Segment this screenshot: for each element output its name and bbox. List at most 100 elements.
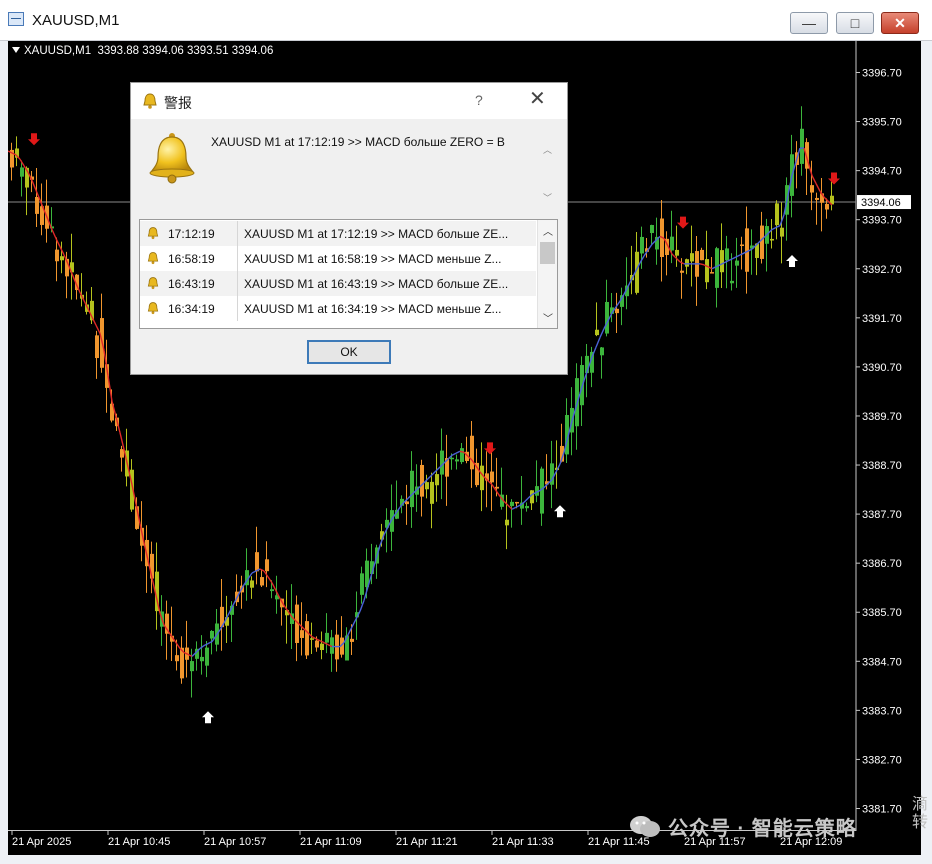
alert-time: 16:34:19	[168, 302, 215, 316]
moving-average-segment	[451, 452, 457, 456]
dialog-title: 警报	[164, 95, 192, 111]
alert-text: XAUUSD M1 at 17:12:19 >> MACD больше ZE.…	[244, 227, 509, 241]
candle-body	[740, 244, 744, 246]
list-scrollbar[interactable]: ︿ ﹀	[537, 220, 557, 328]
candle-body	[710, 272, 714, 274]
candle-body	[425, 482, 429, 490]
dialog-title-bar: 警报 ? ✕	[131, 83, 567, 119]
message-scrollbar[interactable]: ︿ ﹀	[541, 133, 555, 209]
price-tick-label: 3382.70	[862, 754, 902, 766]
candle-body	[95, 335, 99, 359]
list-item[interactable]: 16:43:19 XAUUSD M1 at 16:43:19 >> MACD б…	[140, 271, 536, 296]
candle-body	[775, 203, 779, 226]
moving-average-segment	[647, 243, 653, 251]
candle-body	[730, 280, 734, 284]
watermark-text: 公众号 · 智能云策略	[668, 818, 857, 840]
list-item[interactable]: 17:12:19 XAUUSD M1 at 17:12:19 >> MACD б…	[140, 221, 536, 246]
price-tick-label: 3387.70	[862, 509, 902, 521]
candle-body	[770, 238, 774, 241]
candle-body	[595, 329, 599, 336]
candle-body	[20, 167, 24, 177]
list-item[interactable]: 16:34:19 XAUUSD M1 at 16:34:19 >> MACD м…	[140, 296, 536, 321]
candle-body	[735, 260, 739, 266]
buy-arrow-icon	[786, 254, 798, 267]
candle-body	[265, 559, 269, 572]
ok-button[interactable]: OK	[307, 340, 391, 364]
candle-body	[190, 661, 194, 672]
moving-average-segment	[251, 570, 257, 574]
close-button[interactable]: ✕	[881, 12, 919, 34]
moving-average-segment	[203, 643, 209, 647]
maximize-button[interactable]: □	[836, 12, 874, 34]
scroll-down-icon[interactable]: ﹀	[543, 191, 552, 204]
alert-message-text: XAUUSD M1 at 17:12:19 >> MACD больше ZER…	[211, 135, 505, 149]
candle-body	[505, 519, 509, 526]
candle-body	[450, 457, 454, 460]
price-tick-label: 3390.70	[862, 362, 902, 374]
title-bar: XAUUSD,M1 — □ ✕	[0, 0, 932, 41]
candle-body	[205, 647, 209, 666]
alert-dialog: 警报 ? ✕ XAUUSD M1 at 17:12:19 >> MACD бол…	[130, 82, 568, 375]
moving-average-segment	[259, 568, 265, 572]
time-tick-label: 21 Apr 11:09	[300, 836, 362, 848]
column-divider	[237, 296, 238, 321]
scroll-thumb[interactable]	[540, 242, 555, 264]
time-tick-label: 21 Apr 11:21	[396, 836, 458, 848]
scroll-up-icon[interactable]: ︿	[543, 143, 552, 156]
moving-average-segment	[267, 576, 273, 584]
moving-average-segment	[595, 337, 601, 348]
bell-icon	[147, 277, 159, 290]
terminal-window: XAUUSD,M1 — □ ✕ 3396.70 3395.70 3394.70 339…	[0, 0, 932, 864]
list-item[interactable]: 16:58:19 XAUUSD M1 at 16:58:19 >> MACD м…	[140, 246, 536, 271]
moving-average-segment	[523, 497, 529, 503]
time-tick-label: 21 Apr 2025	[12, 836, 71, 848]
dialog-close-button[interactable]: ✕	[529, 89, 546, 109]
price-tick-label: 3385.70	[862, 607, 902, 619]
scroll-down-icon[interactable]: ﹀	[543, 310, 553, 325]
candle-body	[200, 656, 204, 662]
alert-history-list[interactable]: 17:12:19 XAUUSD M1 at 17:12:19 >> MACD б…	[139, 219, 558, 329]
candle-body	[600, 347, 604, 356]
symbol-info-text: XAUUSD,M1 3393.88 3394.06 3393.51 3394.0…	[24, 45, 274, 57]
candle-body	[705, 259, 709, 283]
candle-body	[35, 196, 39, 214]
help-button[interactable]: ?	[475, 92, 483, 108]
price-tick-label: 3395.70	[862, 117, 902, 129]
moving-average-segment	[599, 328, 605, 338]
watermark-corner: 滴 转	[912, 796, 929, 831]
buy-arrow-icon	[202, 711, 214, 724]
alert-time: 17:12:19	[168, 227, 215, 241]
candle-body	[55, 249, 59, 262]
candle-body	[480, 465, 484, 491]
candle-body	[460, 448, 464, 463]
candle-body	[525, 505, 529, 509]
alert-text: XAUUSD M1 at 16:34:19 >> MACD меньше Z..…	[244, 302, 502, 316]
candle-body	[305, 621, 309, 656]
moving-average-segment	[679, 261, 685, 265]
candle-body	[405, 501, 409, 505]
alert-bell-icon	[149, 133, 195, 184]
candle-body	[175, 655, 179, 662]
price-tick-label: 3394.70	[862, 166, 902, 178]
scroll-up-icon[interactable]: ︿	[543, 223, 553, 238]
moving-average-segment	[699, 263, 705, 266]
price-tick-label: 3396.70	[862, 68, 902, 80]
symbol-info[interactable]: XAUUSD,M1 3393.88 3394.06 3393.51 3394.0…	[12, 45, 273, 57]
chart-window-icon	[8, 12, 24, 26]
bell-icon	[147, 302, 159, 315]
moving-average-segment	[319, 640, 325, 644]
candle-body	[640, 236, 644, 254]
candle-body	[715, 248, 719, 288]
price-tick-label: 3389.70	[862, 411, 902, 423]
chevron-down-icon[interactable]	[12, 47, 20, 53]
candle-body	[320, 643, 324, 651]
moving-average-segment	[815, 183, 821, 192]
candle-body	[670, 236, 674, 251]
moving-average-segment	[511, 506, 517, 510]
candle-body	[300, 630, 304, 638]
candle-body	[420, 464, 424, 497]
column-divider	[237, 271, 238, 296]
candle-body	[720, 250, 724, 273]
candle-body	[440, 450, 444, 475]
minimize-button[interactable]: —	[790, 12, 828, 34]
